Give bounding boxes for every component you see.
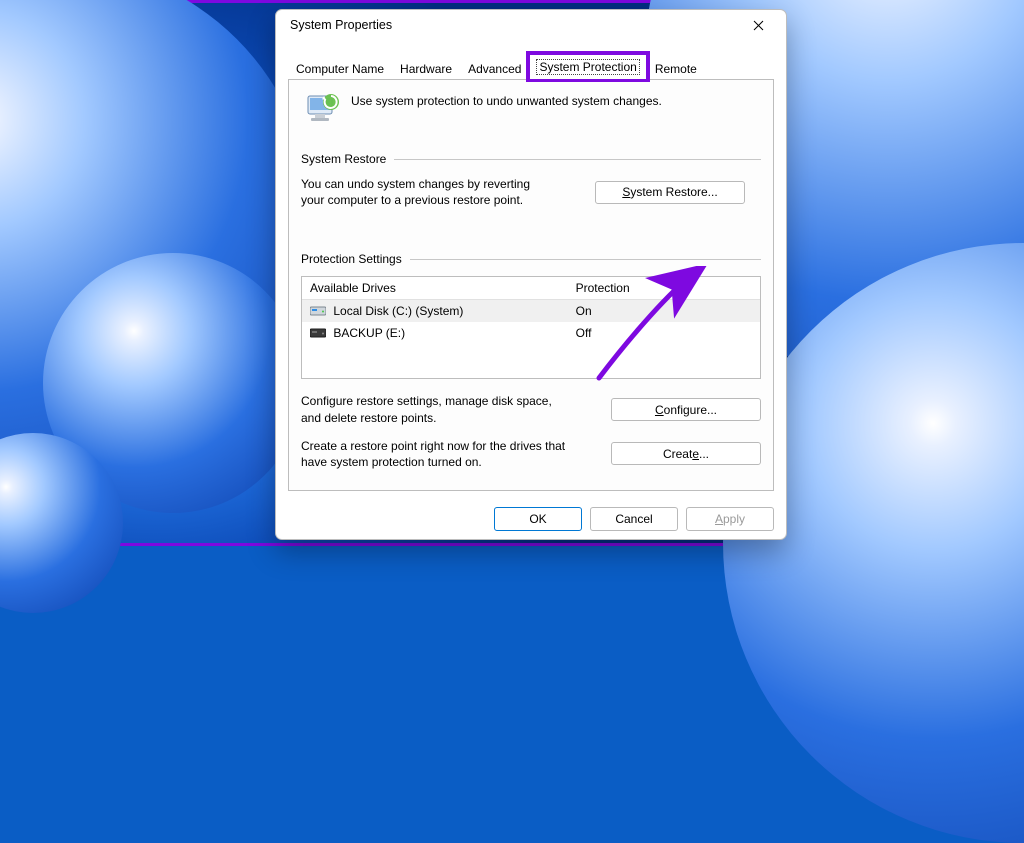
dialog-title: System Properties xyxy=(290,18,392,32)
drives-header: Available Drives Protection xyxy=(302,277,760,300)
group-protection-settings-header: Protection Settings xyxy=(301,252,761,266)
configure-button[interactable]: Configure... xyxy=(611,398,761,421)
tab-strip: Computer Name Hardware Advanced System P… xyxy=(276,40,786,79)
system-protection-icon xyxy=(301,90,339,128)
configure-text: Configure restore settings, manage disk … xyxy=(301,393,567,425)
drives-table: Available Drives Protection Local Disk (… xyxy=(301,276,761,379)
col-protection[interactable]: Protection xyxy=(568,277,760,299)
disk-icon xyxy=(310,305,326,316)
table-row[interactable]: BACKUP (E:) Off xyxy=(302,322,760,344)
create-button[interactable]: Create... xyxy=(611,442,761,465)
drive-protection: Off xyxy=(568,322,760,344)
system-properties-dialog: System Properties Computer Name Hardware… xyxy=(275,9,787,540)
system-restore-description: You can undo system changes by reverting… xyxy=(301,176,551,208)
create-text: Create a restore point right now for the… xyxy=(301,438,567,470)
system-restore-row: You can undo system changes by reverting… xyxy=(301,176,761,208)
tab-computer-name[interactable]: Computer Name xyxy=(288,57,392,80)
intro-text: Use system protection to undo unwanted s… xyxy=(351,90,662,108)
tab-remote[interactable]: Remote xyxy=(647,57,705,80)
group-system-restore-title: System Restore xyxy=(301,152,386,166)
table-row[interactable]: Local Disk (C:) (System) On xyxy=(302,300,760,322)
tab-advanced[interactable]: Advanced xyxy=(460,57,529,80)
apply-button[interactable]: Apply xyxy=(686,507,774,531)
titlebar[interactable]: System Properties xyxy=(276,10,786,40)
cancel-button[interactable]: Cancel xyxy=(590,507,678,531)
tab-hardware[interactable]: Hardware xyxy=(392,57,460,80)
dialog-button-bar: OK Cancel Apply xyxy=(276,499,786,539)
create-row: Create a restore point right now for the… xyxy=(301,438,761,470)
intro-row: Use system protection to undo unwanted s… xyxy=(301,90,761,128)
system-restore-button[interactable]: System Restore... xyxy=(595,181,745,204)
drives-body[interactable]: Local Disk (C:) (System) On BACKUP (E:) … xyxy=(302,300,760,378)
ok-button[interactable]: OK xyxy=(494,507,582,531)
col-available-drives[interactable]: Available Drives xyxy=(302,277,568,299)
group-protection-settings-title: Protection Settings xyxy=(301,252,402,266)
drive-name: BACKUP (E:) xyxy=(333,326,405,340)
drive-name: Local Disk (C:) (System) xyxy=(333,304,463,318)
group-system-restore-header: System Restore xyxy=(301,152,761,166)
close-icon xyxy=(753,20,764,31)
drive-protection: On xyxy=(568,300,760,322)
close-button[interactable] xyxy=(736,10,780,40)
disk-icon xyxy=(310,327,326,338)
configure-row: Configure restore settings, manage disk … xyxy=(301,393,761,425)
tab-system-protection[interactable]: System Protection xyxy=(529,54,646,79)
tab-panel-system-protection: Use system protection to undo unwanted s… xyxy=(288,79,774,491)
